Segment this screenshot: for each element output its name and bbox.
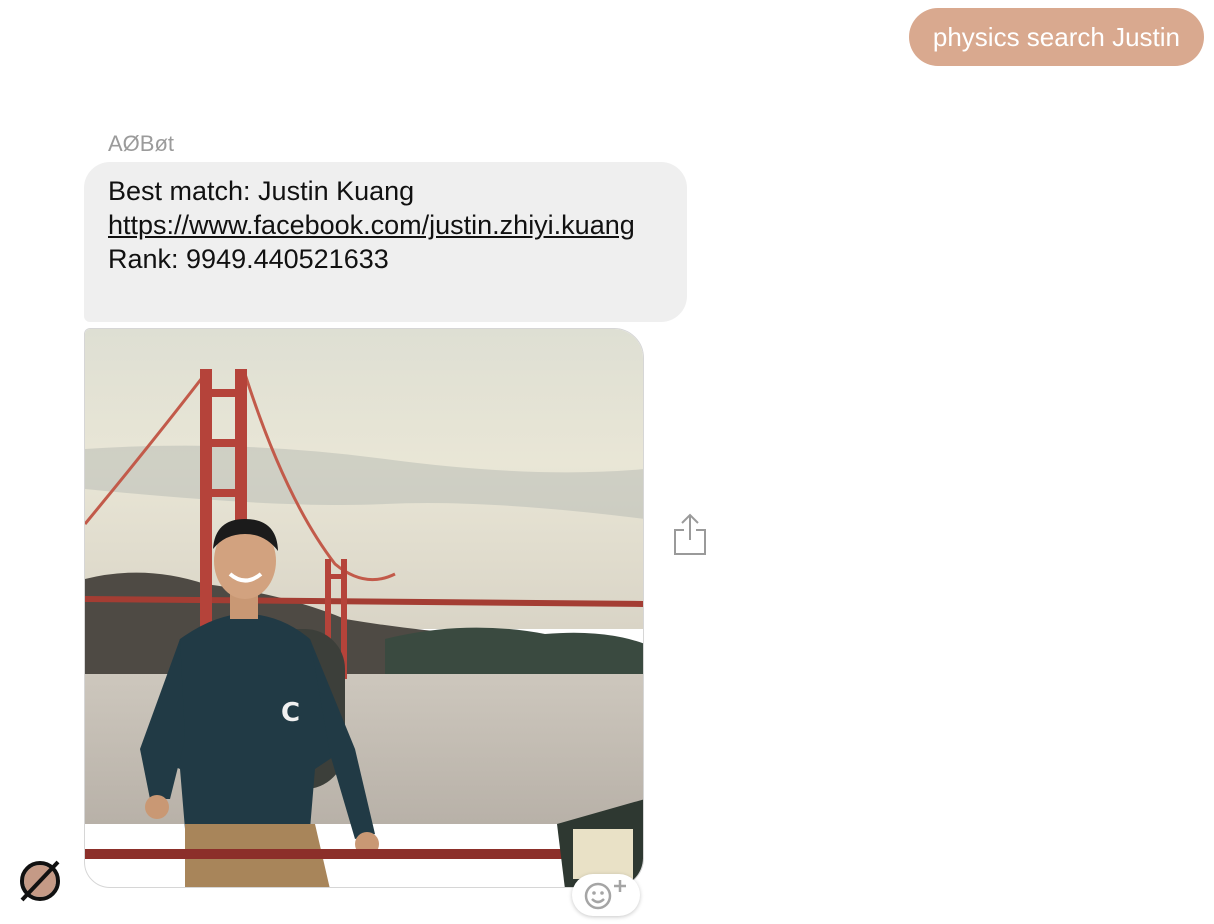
add-reaction-icon [584,880,626,910]
chat-window: physics search Justin AØBøt Best match: … [0,0,1214,924]
shirt-letter: C [281,698,300,728]
add-reaction-button[interactable] [572,874,640,916]
outgoing-message-bubble[interactable]: physics search Justin [908,8,1204,66]
profile-photo[interactable]: C [84,328,644,888]
share-icon [674,513,706,555]
profile-link[interactable]: https://www.facebook.com/justin.zhiyi.ku… [108,210,635,240]
sender-name: AØBøt [108,131,175,156]
best-match-text: Best match: Justin Kuang [108,176,415,206]
rank-text: Rank: 9949.440521633 [108,244,389,274]
incoming-message-bubble[interactable]: Best match: Justin Kuang https://www.fac… [84,162,687,322]
bot-avatar-icon[interactable] [16,856,66,904]
photo-illustration: C [85,329,643,887]
share-button[interactable] [672,512,708,558]
